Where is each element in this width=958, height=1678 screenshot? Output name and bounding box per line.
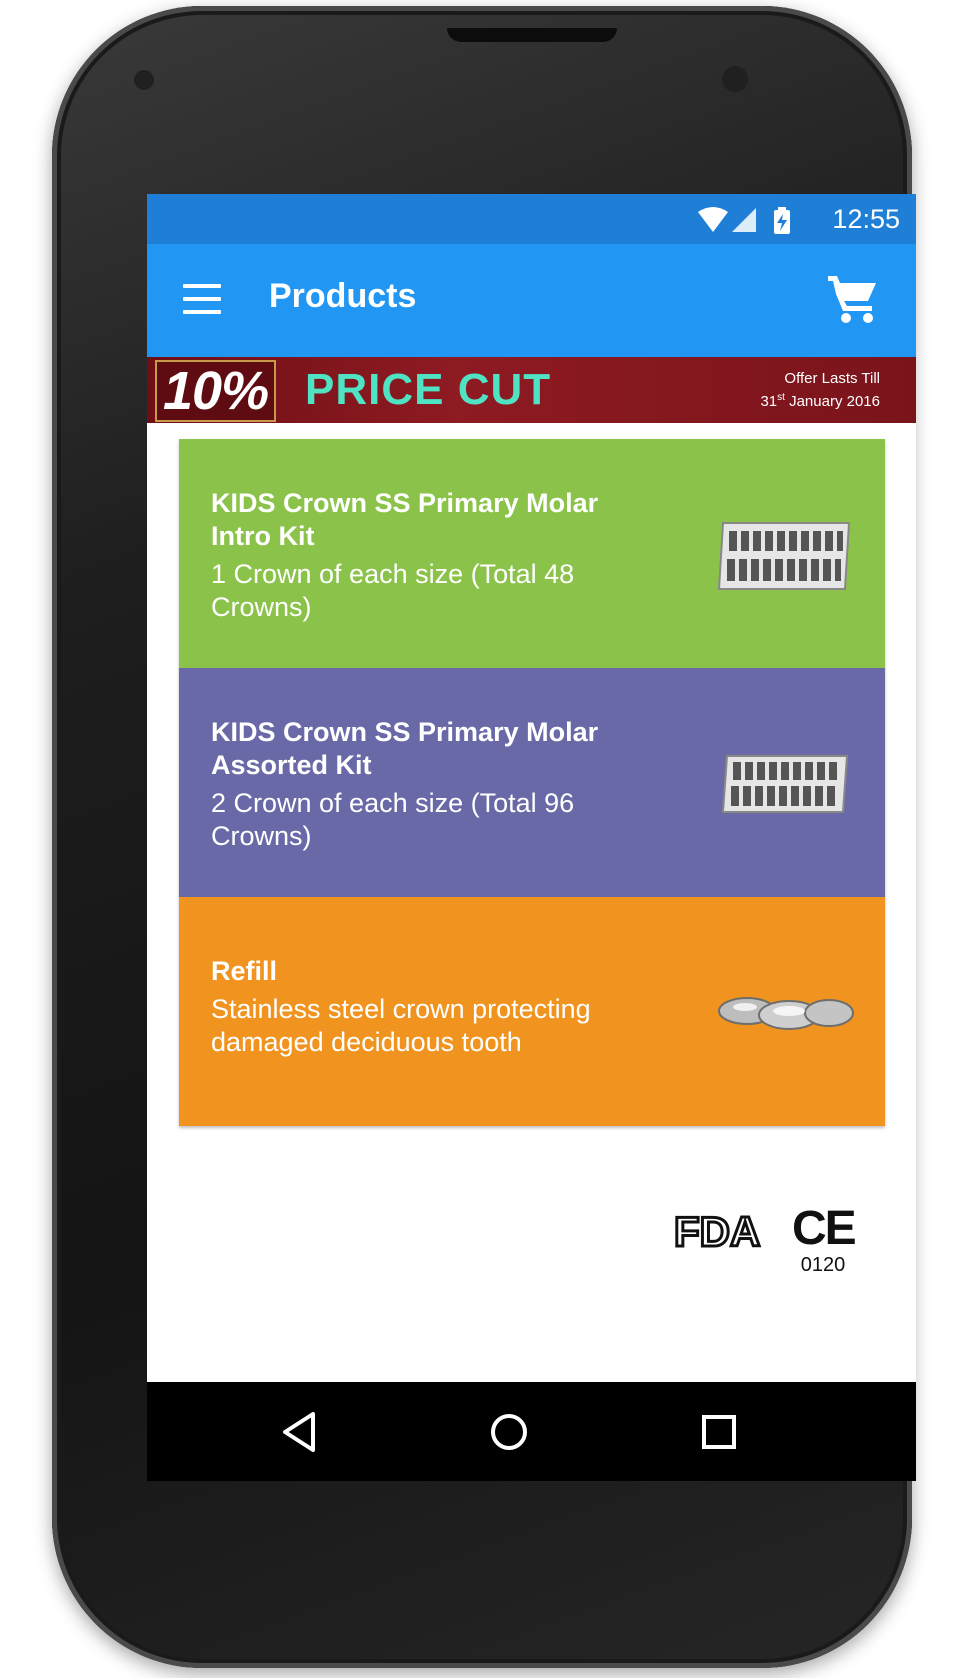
app-bar: Products (147, 244, 916, 357)
promo-headline: PRICE CUT (305, 365, 552, 414)
menu-icon[interactable] (183, 284, 221, 314)
navigation-bar (147, 1382, 916, 1481)
product-description: 2 Crown of each size (Total 96 Crowns) (211, 788, 575, 851)
back-icon[interactable] (273, 1406, 325, 1458)
card-text: KIDS Crown SS Primary Molar Intro Kit 1 … (211, 487, 661, 624)
earpiece-speaker (447, 28, 617, 42)
steel-crowns-image (718, 997, 854, 1030)
card-text: Refill Stainless steel crown protecting … (211, 955, 661, 1059)
svg-text:FDA: FDA (674, 1208, 760, 1252)
promo-offer-text: Offer Lasts Till 31st January 2016 (760, 369, 880, 411)
cart-icon[interactable] (826, 272, 880, 324)
ce-mark: CE 0120 (792, 1202, 857, 1278)
cell-signal-icon (732, 208, 756, 232)
card-text: KIDS Crown SS Primary Molar Assorted Kit… (211, 716, 661, 853)
promo-percent: 10% (155, 360, 277, 422)
status-icons (698, 207, 790, 234)
offer-line-2: 31st January 2016 (760, 392, 880, 410)
ce-logo: CE (792, 1202, 857, 1255)
battery-charging-icon (774, 207, 790, 234)
product-title: KIDS Crown SS Primary Molar Assorted Kit (211, 717, 599, 780)
page-title: Products (269, 277, 417, 315)
fda-logo: FDA (673, 1208, 762, 1252)
product-title: Refill (211, 956, 278, 986)
wifi-icon (698, 207, 728, 232)
product-title: KIDS Crown SS Primary Molar Intro Kit (211, 488, 599, 551)
crown-tray-image (721, 755, 849, 813)
ce-number: 0120 (800, 1254, 846, 1276)
status-time: 12:55 (832, 204, 900, 234)
front-camera (722, 66, 748, 92)
product-card-assorted-kit[interactable]: KIDS Crown SS Primary Molar Assorted Kit… (179, 668, 885, 897)
home-icon[interactable] (483, 1406, 535, 1458)
proximity-sensor (134, 70, 154, 90)
recents-icon[interactable] (693, 1406, 745, 1458)
screen: 12:55 Products 10% PRICE CUT Offer Lasts… (147, 194, 916, 1481)
phone-frame: 12:55 Products 10% PRICE CUT Offer Lasts… (52, 6, 916, 1668)
promo-banner[interactable]: 10% PRICE CUT Offer Lasts Till 31st Janu… (147, 357, 916, 423)
product-description: Stainless steel crown protecting damaged… (211, 994, 591, 1057)
status-bar: 12:55 (147, 194, 916, 244)
product-card-refill[interactable]: Refill Stainless steel crown protecting … (179, 897, 885, 1126)
product-card-intro-kit[interactable]: KIDS Crown SS Primary Molar Intro Kit 1 … (179, 439, 885, 668)
product-description: 1 Crown of each size (Total 48 Crowns) (211, 559, 575, 622)
crown-tray-image (717, 522, 851, 590)
offer-line-1: Offer Lasts Till (784, 370, 880, 387)
